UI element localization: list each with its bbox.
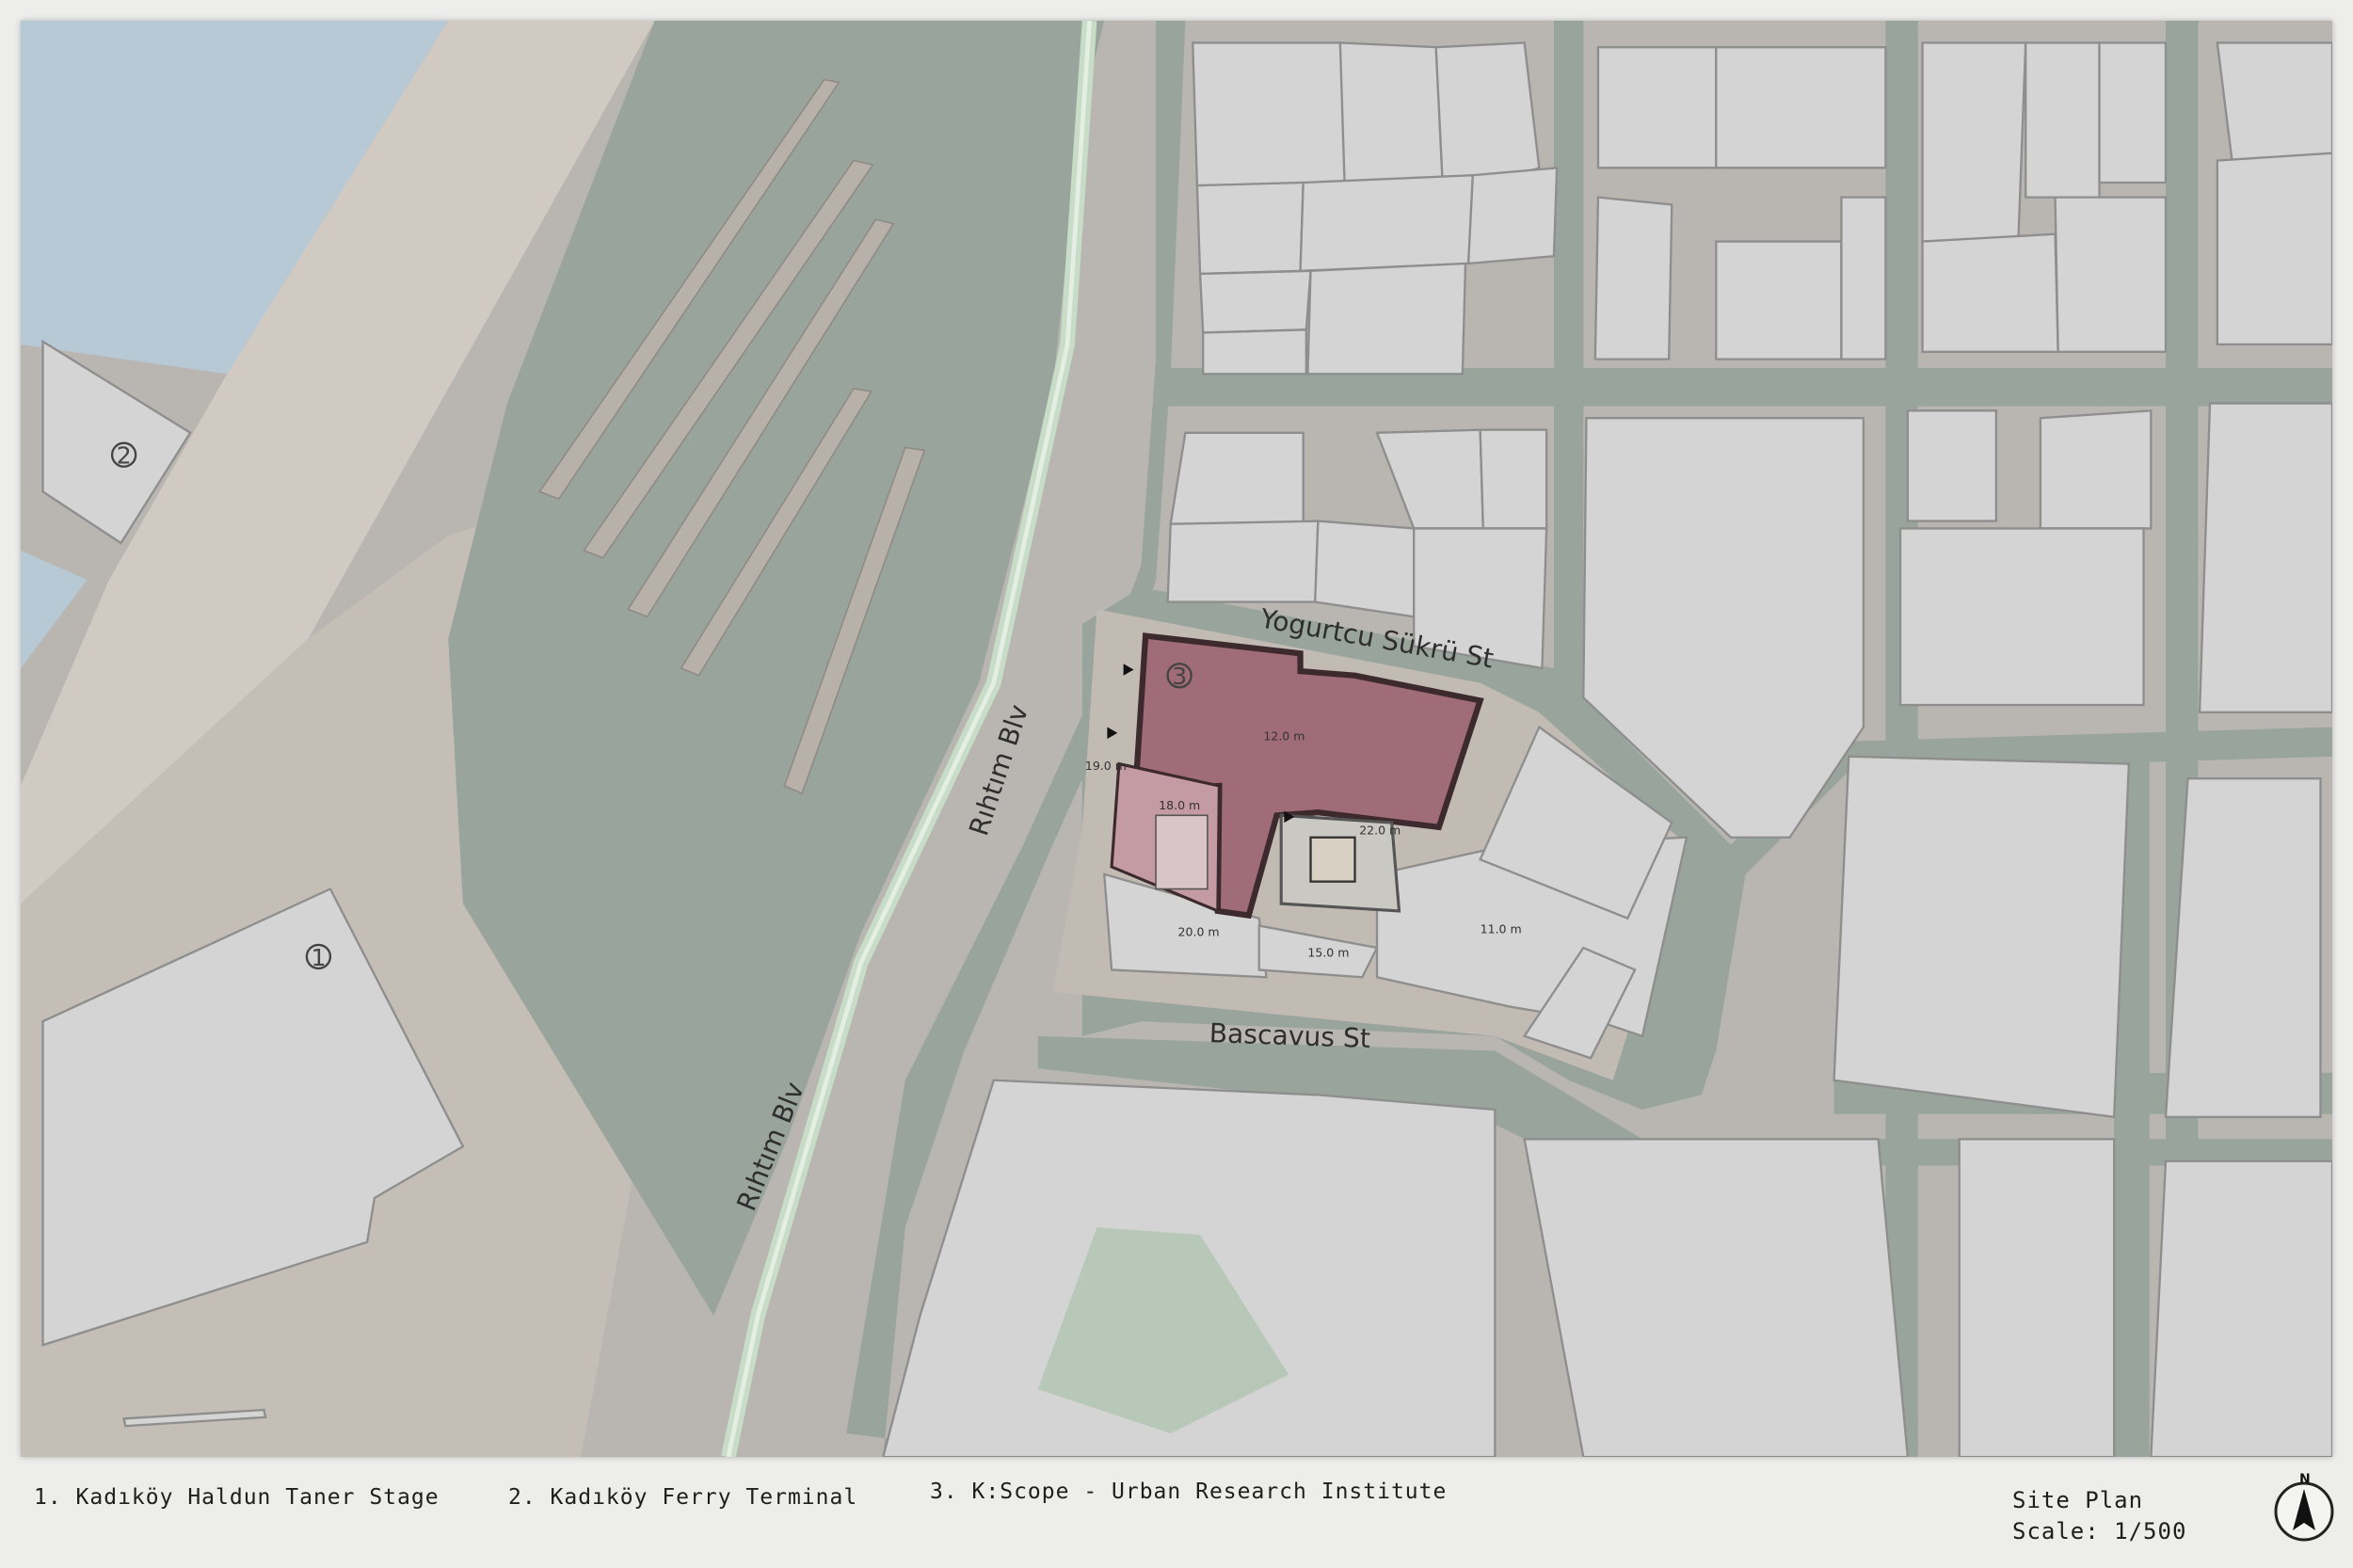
height-label: 19.0 m (1085, 759, 1127, 773)
plan-scale: Scale: 1/500 (2012, 1518, 2187, 1544)
height-label: 18.0 m (1159, 798, 1200, 812)
height-label: 12.0 m (1263, 729, 1305, 744)
svg-text:2: 2 (117, 442, 132, 470)
svg-text:N: N (2299, 1472, 2311, 1487)
height-label: 22.0 m (1359, 824, 1401, 838)
street-label-bascavus: Bascavus St (1209, 1017, 1370, 1054)
height-label: 15.0 m (1307, 945, 1349, 959)
height-label: 11.0 m (1481, 921, 1522, 936)
svg-text:1: 1 (312, 944, 327, 971)
site-plan-map[interactable]: Yogurtcu Sükrü St Bascavus St Rıhtım Blv… (21, 21, 2332, 1457)
legend-item-3: 3. K:Scope - Urban Research Institute (930, 1480, 1448, 1504)
title-block: Site Plan Scale: 1/500 (2012, 1485, 2186, 1547)
legend-item-2: 2. Kadıköy Ferry Terminal (508, 1485, 858, 1510)
north-arrow-icon: N (2274, 1472, 2334, 1542)
height-label: 20.0 m (1178, 925, 1220, 939)
legend-item-1: 1. Kadıköy Haldun Taner Stage (34, 1485, 440, 1510)
south-buildings (882, 1079, 1497, 1457)
plan-title: Site Plan (2012, 1487, 2144, 1513)
svg-text:3: 3 (1172, 663, 1187, 690)
